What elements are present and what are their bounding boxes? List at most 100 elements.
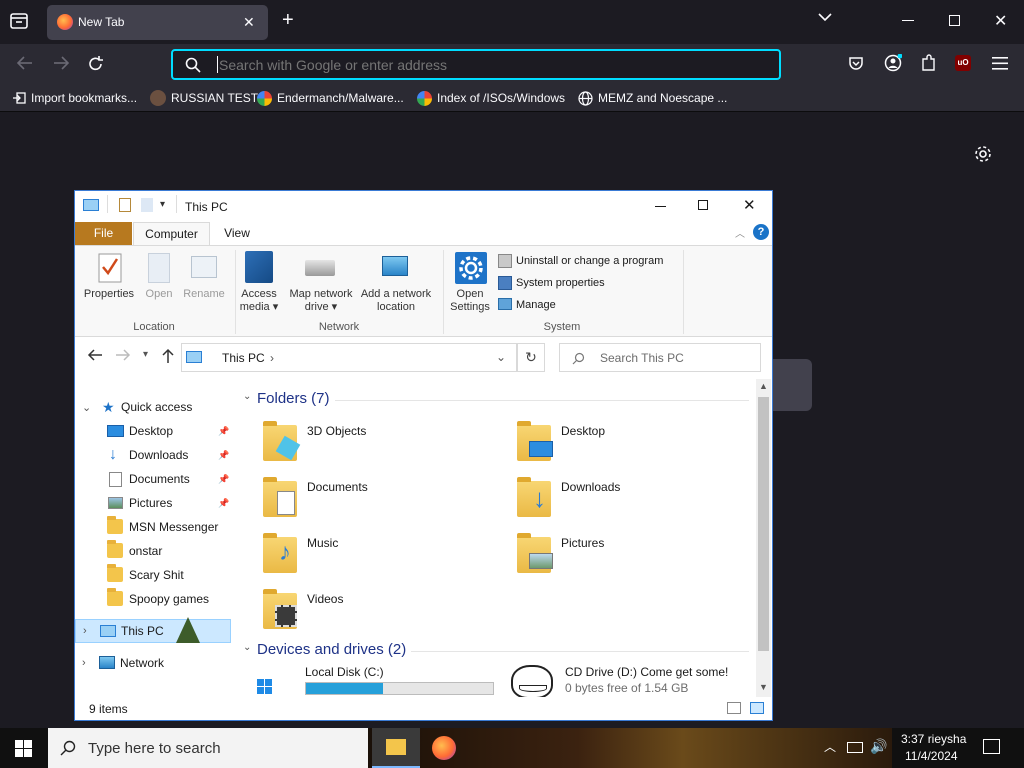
clock-time[interactable]: 3:37 rieysha <box>901 732 966 746</box>
account-icon[interactable] <box>884 54 902 72</box>
qat-dropdown-icon[interactable]: ▾ <box>160 199 165 210</box>
folder-icon <box>107 564 123 582</box>
taskbar-search-box[interactable]: Type here to search <box>48 728 368 768</box>
details-view-icon[interactable] <box>727 702 741 714</box>
bookmark-import[interactable]: Import bookmarks... <box>12 84 137 112</box>
folder-item[interactable]: Desktop <box>515 421 735 465</box>
back-icon[interactable] <box>16 55 34 71</box>
new-tab-button[interactable]: + <box>282 10 294 30</box>
address-text: This PC <box>222 351 265 365</box>
start-button[interactable] <box>15 740 33 758</box>
windows-logo-icon <box>257 679 273 695</box>
help-icon[interactable]: ? <box>753 224 769 240</box>
bookmark-russian-test[interactable]: RUSSIAN TEST <box>150 84 258 112</box>
properties-qat-icon[interactable] <box>119 198 131 212</box>
collapse-group-icon[interactable]: ⌄ <box>243 391 251 402</box>
open-settings-button[interactable]: Open Settings <box>447 288 493 314</box>
forward-icon[interactable] <box>115 348 131 362</box>
tab-view[interactable]: View <box>219 222 255 245</box>
reload-icon[interactable] <box>87 55 105 73</box>
add-network-location-button[interactable]: Add a network location <box>357 288 435 314</box>
newtab-settings-gear-icon[interactable] <box>974 145 992 163</box>
folder-item[interactable]: ♪ Music <box>261 533 481 577</box>
up-icon[interactable] <box>161 348 175 364</box>
pictures-icon <box>108 497 123 509</box>
drive-local-disk[interactable]: Local Disk (C:) <box>255 665 499 697</box>
system-properties-button[interactable]: System properties <box>516 277 605 289</box>
close-tab-icon[interactable]: ✕ <box>243 14 255 31</box>
search-box[interactable]: Search This PC <box>559 343 761 372</box>
new-folder-qat-icon[interactable] <box>141 198 153 212</box>
uninstall-button[interactable]: Uninstall or change a program <box>516 255 663 267</box>
back-icon[interactable] <box>87 348 103 362</box>
show-hidden-icons[interactable]: ︿ <box>824 738 836 755</box>
list-all-tabs-icon[interactable] <box>818 12 832 22</box>
collapse-ribbon-icon[interactable]: ︿ <box>735 225 745 240</box>
open-icon <box>148 253 170 283</box>
folder-icon <box>107 588 123 606</box>
folder-item[interactable]: Pictures <box>515 533 735 577</box>
minimize-icon[interactable] <box>902 20 914 21</box>
forward-icon[interactable] <box>52 55 70 71</box>
folders-header[interactable]: Folders (7) <box>257 390 330 407</box>
firefox-view-icon[interactable] <box>10 13 28 29</box>
bookmark-endermanch[interactable]: Endermanch/Malware... <box>257 84 404 112</box>
url-bar[interactable] <box>171 49 781 80</box>
close-icon[interactable]: ✕ <box>743 196 756 214</box>
url-input[interactable] <box>219 55 759 75</box>
pin-icon: 📌 <box>218 425 230 436</box>
folder-item[interactable]: Documents <box>261 477 481 521</box>
taskbar-file-explorer[interactable] <box>372 728 420 768</box>
notifications-icon[interactable] <box>983 739 1000 754</box>
properties-button[interactable]: Properties <box>80 288 138 301</box>
group-system-label: System <box>543 321 581 333</box>
bookmark-label: MEMZ and Noescape ... <box>598 91 728 105</box>
extensions-icon[interactable] <box>920 54 936 72</box>
address-dropdown-icon[interactable]: ⌄ <box>496 350 506 364</box>
folder-item[interactable]: 3D Objects <box>261 421 481 465</box>
folder-item[interactable]: ↓ Downloads <box>515 477 735 521</box>
refresh-button[interactable]: ↻ <box>517 343 545 372</box>
close-window-icon[interactable]: ✕ <box>994 11 1007 31</box>
rename-button[interactable]: Rename <box>181 288 227 301</box>
network-status-icon[interactable] <box>847 742 863 753</box>
volume-icon[interactable]: 🔊 <box>870 738 887 755</box>
menu-icon[interactable] <box>992 57 1008 70</box>
tab-computer[interactable]: Computer <box>133 222 210 246</box>
restore-icon[interactable] <box>949 15 960 26</box>
nav-this-pc[interactable]: › This PC <box>75 617 231 643</box>
network-icon <box>99 656 115 669</box>
taskbar-firefox-icon[interactable] <box>432 736 456 760</box>
this-pc-icon <box>186 351 202 363</box>
maximize-icon[interactable] <box>698 200 708 210</box>
access-media-button[interactable]: Access media ▾ <box>235 288 283 314</box>
manage-button[interactable]: Manage <box>516 299 556 311</box>
document-icon <box>277 491 295 515</box>
clock-date[interactable]: 11/4/2024 <box>905 749 958 763</box>
map-network-drive-button[interactable]: Map network drive ▾ <box>283 288 359 314</box>
breadcrumb-chevron-icon[interactable]: › <box>270 351 274 365</box>
minimize-icon[interactable] <box>655 206 666 207</box>
file-explorer-window: ▾ This PC ✕ File Computer View ︿ ? Prope… <box>74 190 773 721</box>
tab-file[interactable]: File <box>75 222 132 245</box>
large-icons-view-icon[interactable] <box>750 702 764 714</box>
bookmark-isos[interactable]: Index of /ISOs/Windows <box>417 84 565 112</box>
tab-new-tab[interactable]: New Tab ✕ <box>47 5 268 40</box>
drive-cd[interactable]: CD Drive (D:) Come get some! 0 bytes fre… <box>509 665 749 697</box>
collapse-group-icon[interactable]: ⌄ <box>243 642 251 653</box>
folder-item[interactable]: Videos <box>261 589 481 633</box>
vertical-scrollbar[interactable]: ▲ ▼ <box>756 379 771 697</box>
favicon-icon <box>150 90 166 106</box>
bookmark-memz[interactable]: MEMZ and Noescape ... <box>578 84 727 112</box>
film-strip-icon <box>275 605 297 627</box>
address-bar[interactable]: This PC › ⌄ <box>181 343 517 372</box>
open-button[interactable]: Open <box>141 288 177 301</box>
divider <box>107 195 108 213</box>
ublock-origin-icon[interactable]: uO <box>955 55 971 71</box>
recent-locations-icon[interactable]: ▾ <box>143 349 148 360</box>
content-pane: ⌄ Folders (7) 3D Objects Desktop Documen… <box>239 387 759 697</box>
bookmark-label: Endermanch/Malware... <box>277 91 404 105</box>
pocket-icon[interactable] <box>848 55 864 71</box>
globe-icon <box>578 90 593 106</box>
devices-header[interactable]: Devices and drives (2) <box>257 641 406 658</box>
